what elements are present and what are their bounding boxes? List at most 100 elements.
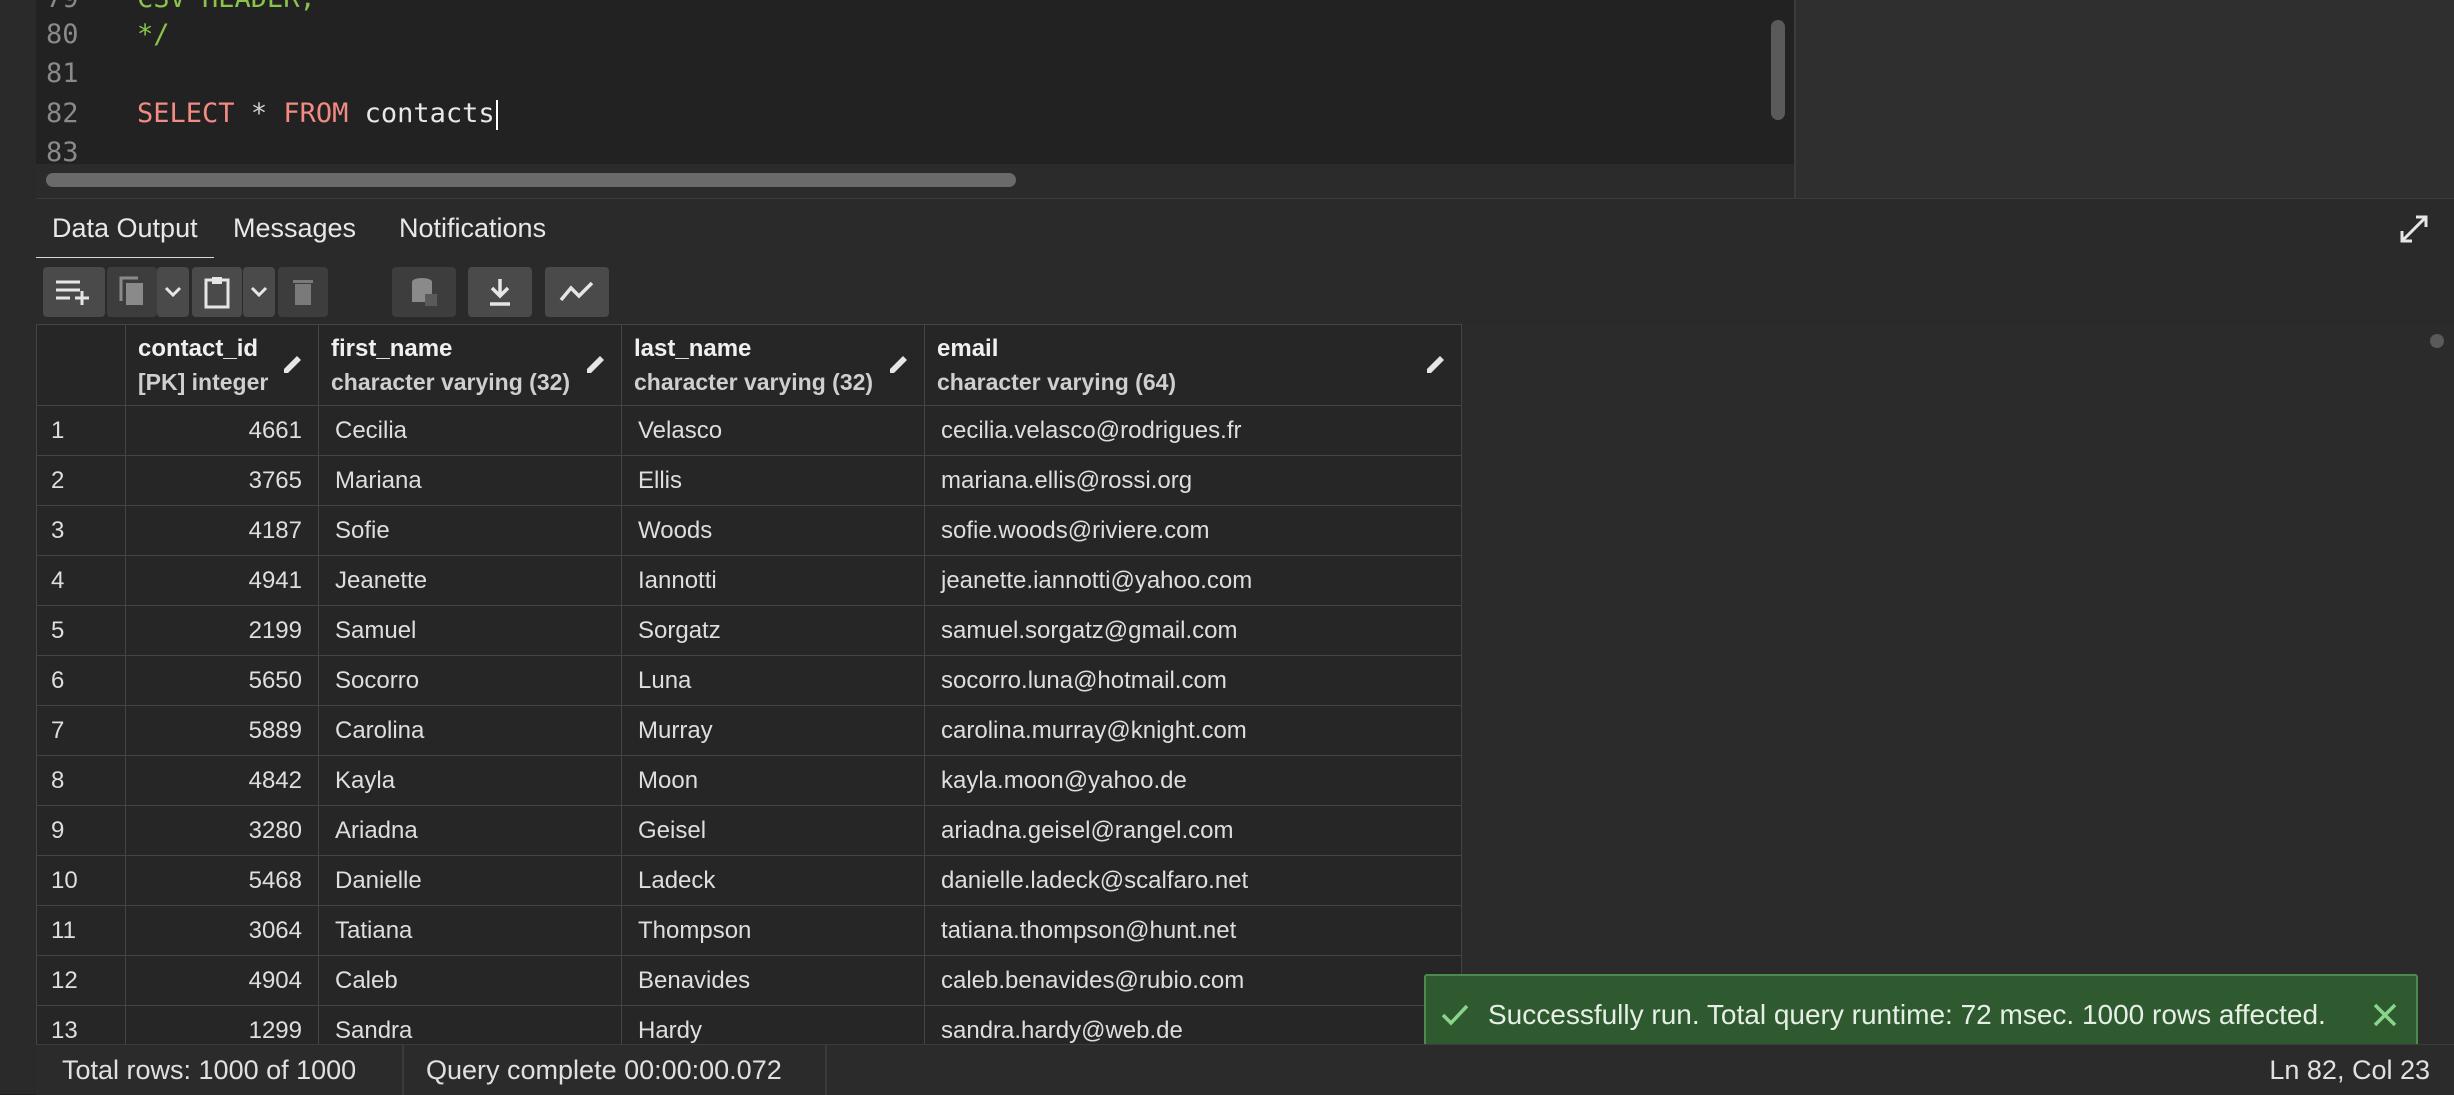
table-row[interactable]: 2 3765 Mariana Ellis mariana.ellis@rossi.org: [36, 455, 1462, 506]
contact-id-cell[interactable]: 5468: [125, 855, 319, 906]
contact-id-cell[interactable]: 5889: [125, 705, 319, 756]
table-row[interactable]: 7 5889 Carolina Murray carolina.murray@knigh…: [36, 705, 1462, 756]
email-cell[interactable]: ariadna.geisel@rangel.com: [924, 805, 1462, 856]
table-row[interactable]: 11 3064 Tatiana Thompson tatiana.thompson@hu…: [36, 905, 1462, 956]
delete-button[interactable]: [278, 267, 328, 317]
table-row[interactable]: 3 4187 Sofie Woods sofie.woods@riviere.com: [36, 505, 1462, 556]
last-name-cell[interactable]: Moon: [621, 755, 925, 806]
tab-notifications[interactable]: Notifications: [383, 199, 562, 257]
last-name-cell[interactable]: Velasco: [621, 405, 925, 456]
first-name-cell[interactable]: Mariana: [318, 455, 622, 506]
sql-editor[interactable]: 79 CSV HEADER; 80 */ 81 82 SELECT * FROM…: [36, 0, 1794, 168]
edit-pencil-icon[interactable]: [888, 353, 910, 375]
code-text: SELECT * FROM contacts: [137, 95, 498, 133]
table-row[interactable]: 8 4842 Kayla Moon kayla.moon@yahoo.de: [36, 755, 1462, 806]
table-row[interactable]: 5 2199 Samuel Sorgatz samuel.sorgatz@gmail.c…: [36, 605, 1462, 656]
add-row-button[interactable]: [43, 267, 105, 317]
first-name-cell[interactable]: Ariadna: [318, 805, 622, 856]
email-cell[interactable]: tatiana.thompson@hunt.net: [924, 905, 1462, 956]
column-header-contact-id[interactable]: contact_id [PK] integer: [125, 324, 319, 406]
chevron-down-icon: [250, 286, 268, 298]
contact-id-cell[interactable]: 4941: [125, 555, 319, 606]
paste-button[interactable]: [192, 267, 242, 317]
email-cell[interactable]: jeanette.iannotti@yahoo.com: [924, 555, 1462, 606]
first-name-cell[interactable]: Caleb: [318, 955, 622, 1006]
email-cell[interactable]: sandra.hardy@web.de: [924, 1005, 1462, 1044]
column-type: character varying (32): [634, 368, 874, 395]
first-name-cell[interactable]: Sofie: [318, 505, 622, 556]
last-name-cell[interactable]: Ladeck: [621, 855, 925, 906]
contact-id-cell[interactable]: 3280: [125, 805, 319, 856]
contact-id-cell[interactable]: 4904: [125, 955, 319, 1006]
contact-id-cell[interactable]: 3064: [125, 905, 319, 956]
editor-horizontal-scrollbar[interactable]: [46, 173, 1016, 187]
first-name-cell[interactable]: Sandra: [318, 1005, 622, 1044]
tab-data-output[interactable]: Data Output: [36, 199, 214, 260]
last-name-cell[interactable]: Hardy: [621, 1005, 925, 1044]
email-cell[interactable]: socorro.luna@hotmail.com: [924, 655, 1462, 706]
column-header-last-name[interactable]: last_name character varying (32): [621, 324, 925, 406]
close-icon[interactable]: [2372, 1002, 2398, 1028]
grid-toolbar: [36, 258, 2454, 324]
contact-id-cell[interactable]: 1299: [125, 1005, 319, 1044]
last-name-cell[interactable]: Thompson: [621, 905, 925, 956]
last-name-cell[interactable]: Luna: [621, 655, 925, 706]
edit-pencil-icon[interactable]: [282, 353, 304, 375]
table-row[interactable]: 13 1299 Sandra Hardy sandra.hardy@web.de: [36, 1005, 1462, 1044]
contact-id-cell[interactable]: 3765: [125, 455, 319, 506]
add-row-icon: [56, 280, 89, 305]
email-cell[interactable]: carolina.murray@knight.com: [924, 705, 1462, 756]
expand-icon[interactable]: [2398, 213, 2430, 245]
contact-id-cell[interactable]: 5650: [125, 655, 319, 706]
email-cell[interactable]: mariana.ellis@rossi.org: [924, 455, 1462, 506]
last-name-cell[interactable]: Geisel: [621, 805, 925, 856]
last-name-cell[interactable]: Sorgatz: [621, 605, 925, 656]
download-button[interactable]: [468, 267, 532, 317]
copy-options-dropdown[interactable]: [157, 267, 189, 317]
email-cell[interactable]: samuel.sorgatz@gmail.com: [924, 605, 1462, 656]
first-name-cell[interactable]: Tatiana: [318, 905, 622, 956]
first-name-cell[interactable]: Kayla: [318, 755, 622, 806]
graph-visualiser-button[interactable]: [545, 267, 609, 317]
column-header-email[interactable]: email character varying (64): [924, 324, 1462, 406]
grid-vertical-scrollbar[interactable]: [2430, 334, 2444, 348]
contact-id-cell[interactable]: 4187: [125, 505, 319, 556]
email-cell[interactable]: cecilia.velasco@rodrigues.fr: [924, 405, 1462, 456]
last-name-cell[interactable]: Woods: [621, 505, 925, 556]
first-name-cell[interactable]: Samuel: [318, 605, 622, 656]
table-row[interactable]: 6 5650 Socorro Luna socorro.luna@hotmail.com: [36, 655, 1462, 706]
table-row[interactable]: 9 3280 Ariadna Geisel ariadna.geisel@rangel.…: [36, 805, 1462, 856]
edit-pencil-icon[interactable]: [585, 353, 607, 375]
output-tab-bar: Data Output Messages Notifications: [36, 198, 2454, 260]
paste-options-dropdown[interactable]: [243, 267, 275, 317]
first-name-cell[interactable]: Socorro: [318, 655, 622, 706]
column-name: last_name: [634, 334, 752, 362]
email-cell[interactable]: caleb.benavides@rubio.com: [924, 955, 1462, 1006]
contact-id-cell[interactable]: 4661: [125, 405, 319, 456]
table-row[interactable]: 4 4941 Jeanette Iannotti jeanette.iannotti@y…: [36, 555, 1462, 606]
last-name-cell[interactable]: Benavides: [621, 955, 925, 1006]
column-header-first-name[interactable]: first_name character varying (32): [318, 324, 622, 406]
contact-id-cell[interactable]: 2199: [125, 605, 319, 656]
editor-vertical-scrollbar[interactable]: [1771, 20, 1785, 120]
last-name-cell[interactable]: Ellis: [621, 455, 925, 506]
first-name-cell[interactable]: Danielle: [318, 855, 622, 906]
email-cell[interactable]: sofie.woods@riviere.com: [924, 505, 1462, 556]
first-name-cell[interactable]: Cecilia: [318, 405, 622, 456]
tab-messages[interactable]: Messages: [217, 199, 372, 257]
table-row[interactable]: 1 4661 Cecilia Velasco cecilia.velasco@rodri…: [36, 405, 1462, 456]
first-name-cell[interactable]: Carolina: [318, 705, 622, 756]
contact-id-cell[interactable]: 4842: [125, 755, 319, 806]
status-bar: Total rows: 1000 of 1000 Query complete …: [36, 1044, 2454, 1095]
table-row[interactable]: 10 5468 Danielle Ladeck danielle.ladeck@scal…: [36, 855, 1462, 906]
first-name-cell[interactable]: Jeanette: [318, 555, 622, 606]
last-name-cell[interactable]: Murray: [621, 705, 925, 756]
email-cell[interactable]: danielle.ladeck@scalfaro.net: [924, 855, 1462, 906]
copy-button[interactable]: [106, 267, 157, 317]
email-cell[interactable]: kayla.moon@yahoo.de: [924, 755, 1462, 806]
download-icon: [490, 279, 510, 306]
edit-pencil-icon[interactable]: [1425, 353, 1447, 375]
save-data-button[interactable]: [392, 267, 456, 317]
last-name-cell[interactable]: Iannotti: [621, 555, 925, 606]
table-row[interactable]: 12 4904 Caleb Benavides caleb.benavides@rubi…: [36, 955, 1462, 1006]
